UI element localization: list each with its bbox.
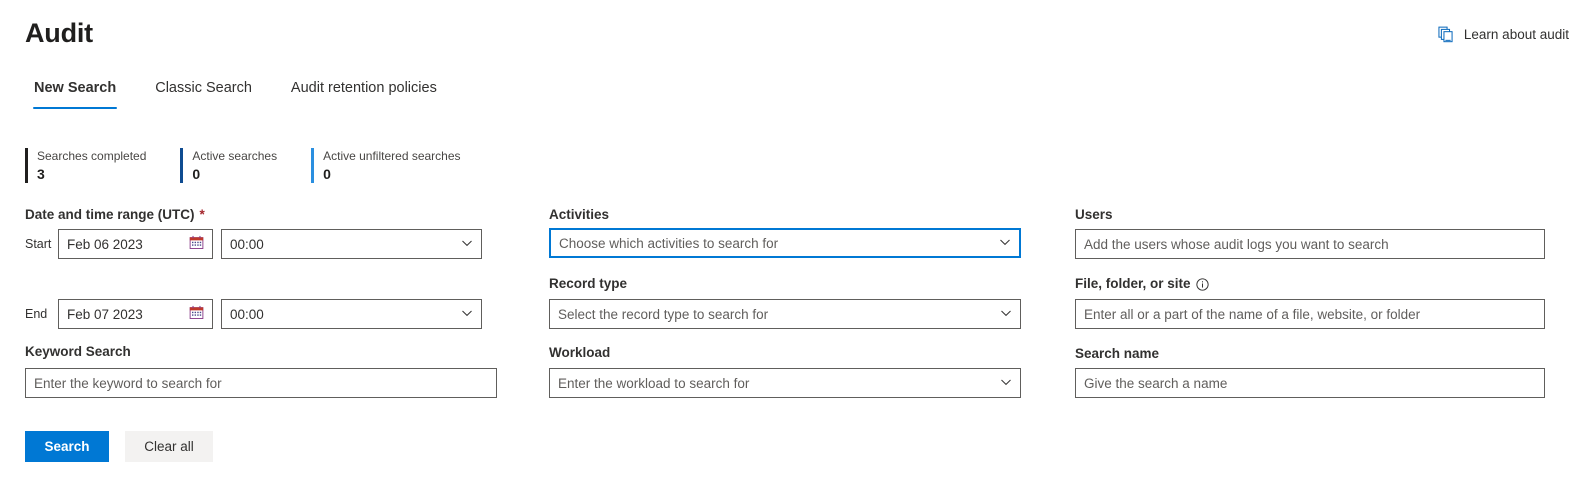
- end-time-dropdown[interactable]: 00:00: [221, 299, 482, 329]
- documents-icon: [1438, 26, 1455, 43]
- file-folder-site-placeholder: Enter all or a part of the name of a fil…: [1084, 306, 1421, 322]
- users-label: Users: [1075, 206, 1113, 224]
- tab-audit-retention-policies-label: Audit retention policies: [290, 80, 437, 96]
- stat-active-searches: Active searches 0: [180, 148, 277, 183]
- chevron-down-icon[interactable]: [455, 307, 473, 322]
- tab-bar: New Search Classic Search Audit retentio…: [25, 78, 446, 109]
- search-name-label-text: Search name: [1075, 346, 1160, 361]
- stat-searches-completed: Searches completed 3: [25, 148, 146, 183]
- users-placeholder: Add the users whose audit logs you want …: [1084, 236, 1389, 252]
- search-name-label: Search name: [1075, 345, 1159, 363]
- date-range-end-row: End Feb 07 2023 00:00: [25, 299, 482, 329]
- stat-bar: [25, 148, 28, 183]
- search-name-placeholder: Give the search a name: [1084, 375, 1228, 391]
- chevron-down-icon[interactable]: [455, 237, 473, 252]
- tab-audit-retention-policies[interactable]: Audit retention policies: [282, 78, 446, 109]
- search-button[interactable]: Search: [25, 431, 109, 462]
- record-type-dropdown[interactable]: Select the record type to search for: [549, 299, 1021, 329]
- clear-all-button[interactable]: Clear all: [125, 431, 213, 462]
- keyword-search-label: Keyword Search: [25, 343, 131, 361]
- record-type-label: Record type: [549, 275, 627, 293]
- chevron-down-icon[interactable]: [994, 376, 1012, 391]
- start-label: Start: [25, 237, 52, 251]
- file-folder-site-label: File, folder, or site: [1075, 275, 1209, 293]
- users-input[interactable]: Add the users whose audit logs you want …: [1075, 229, 1545, 259]
- audit-page: Audit Learn about audit New Search Class…: [0, 0, 1594, 504]
- tab-new-search-label: New Search: [34, 80, 117, 96]
- keyword-search-input[interactable]: Enter the keyword to search for: [25, 368, 497, 398]
- workload-label-text: Workload: [549, 345, 611, 360]
- workload-label: Workload: [549, 344, 610, 362]
- stat-label: Active searches: [192, 149, 278, 163]
- stat-value: 0: [323, 166, 331, 182]
- date-range-start-row: Start Feb 06 2023 00:00: [25, 229, 482, 259]
- keyword-search-placeholder: Enter the keyword to search for: [34, 375, 222, 391]
- calendar-icon[interactable]: [183, 305, 204, 323]
- end-date-input[interactable]: Feb 07 2023: [58, 299, 213, 329]
- calendar-icon[interactable]: [183, 235, 204, 253]
- search-name-input[interactable]: Give the search a name: [1075, 368, 1545, 398]
- keyword-search-label-text: Keyword Search: [25, 344, 131, 359]
- stat-bar: [311, 148, 315, 183]
- start-date-value: Feb 06 2023: [67, 236, 143, 252]
- stat-active-unfiltered-searches: Active unfiltered searches 0: [311, 148, 461, 183]
- users-label-text: Users: [1075, 207, 1113, 222]
- date-range-label: Date and time range (UTC) *: [25, 206, 205, 224]
- activities-placeholder: Choose which activities to search for: [559, 235, 779, 251]
- stat-label: Searches completed: [37, 149, 147, 163]
- start-time-value: 00:00: [230, 236, 264, 252]
- record-type-label-text: Record type: [549, 276, 628, 291]
- stat-bar: [180, 148, 184, 183]
- start-date-input[interactable]: Feb 06 2023: [58, 229, 213, 259]
- tab-new-search[interactable]: New Search: [25, 78, 125, 109]
- workload-placeholder: Enter the workload to search for: [558, 375, 750, 391]
- stat-label: Active unfiltered searches: [323, 149, 461, 163]
- end-time-value: 00:00: [230, 306, 264, 322]
- date-range-label-text: Date and time range (UTC): [25, 207, 195, 222]
- info-icon[interactable]: [1195, 277, 1209, 291]
- start-time-dropdown[interactable]: 00:00: [221, 229, 482, 259]
- chevron-down-icon[interactable]: [994, 307, 1012, 322]
- tab-classic-search-label: Classic Search: [155, 80, 252, 96]
- page-title: Audit: [25, 18, 93, 48]
- record-type-placeholder: Select the record type to search for: [558, 306, 769, 322]
- activities-label: Activities: [549, 206, 609, 224]
- learn-about-audit-label: Learn about audit: [1463, 27, 1569, 42]
- chevron-down-icon[interactable]: [993, 236, 1011, 251]
- stat-value: 3: [37, 166, 45, 182]
- required-marker: *: [199, 207, 205, 222]
- stats-summary: Searches completed 3 Active searches 0 A…: [25, 148, 461, 183]
- end-date-value: Feb 07 2023: [67, 306, 143, 322]
- form-actions: Search Clear all: [25, 431, 213, 462]
- stat-value: 0: [192, 166, 201, 182]
- learn-about-audit-link[interactable]: Learn about audit: [1438, 26, 1569, 43]
- tab-classic-search[interactable]: Classic Search: [146, 78, 261, 109]
- file-folder-site-input[interactable]: Enter all or a part of the name of a fil…: [1075, 299, 1545, 329]
- file-folder-site-label-text: File, folder, or site: [1075, 276, 1191, 291]
- end-label: End: [25, 307, 48, 321]
- activities-label-text: Activities: [549, 207, 610, 222]
- workload-dropdown[interactable]: Enter the workload to search for: [549, 368, 1021, 398]
- activities-dropdown[interactable]: Choose which activities to search for: [549, 228, 1021, 258]
